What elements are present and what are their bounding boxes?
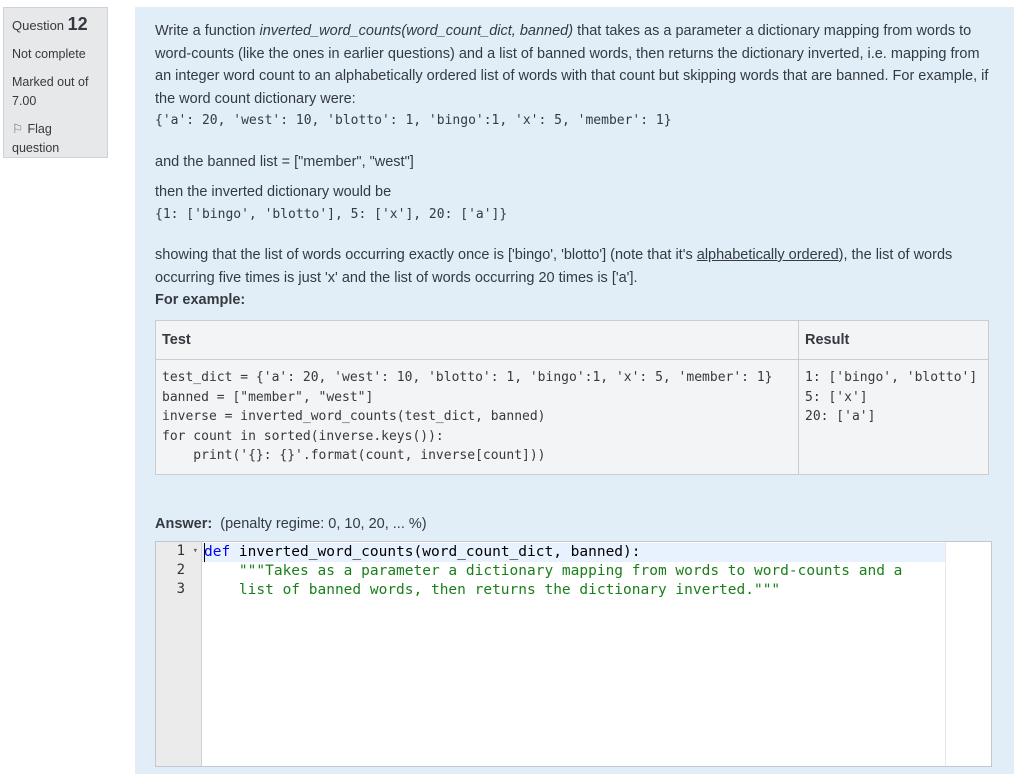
question-number: Question 12 — [12, 14, 88, 34]
code-lines[interactable]: def inverted_word_counts(word_count_dict… — [204, 543, 902, 600]
line-number: 1 ▾ — [176, 542, 198, 561]
result-cell: 1: ['bingo', 'blotto'] 5: ['x'] 20: ['a'… — [798, 359, 989, 475]
line-number-gutter: 1 ▾ 2 3 — [156, 542, 202, 766]
result-header: Result — [798, 319, 989, 360]
print-margin — [945, 542, 946, 766]
answer-heading: Answer: (penalty regime: 0, 10, 20, ... … — [155, 515, 427, 532]
inverted-example: {1: ['bingo', 'blotto'], 5: ['x'], 20: [… — [155, 206, 508, 222]
table-row: test_dict = {'a': 20, 'west': 10, 'blott… — [155, 359, 989, 475]
test-header: Test — [155, 319, 799, 360]
dict-example: {'a': 20, 'west': 10, 'blotto': 1, 'bing… — [155, 113, 672, 128]
then-text: then the inverted dictionary would be — [155, 184, 392, 200]
test-code: test_dict = {'a': 20, 'west': 10, 'blott… — [162, 370, 773, 463]
fold-arrow-icon[interactable]: ▾ — [193, 542, 198, 561]
code-line[interactable]: """Takes as a parameter a dictionary map… — [204, 562, 902, 581]
question-intro: Write a function inverted_word_counts(wo… — [155, 23, 989, 107]
flag-question-link[interactable]: ⚐ Flag question — [12, 120, 99, 158]
code-editor[interactable]: 1 ▾ 2 3 def inverted_word_counts(word_cou… — [155, 541, 992, 767]
showing-text: showing that the list of words occurring… — [155, 247, 953, 286]
code-line[interactable]: def inverted_word_counts(word_count_dict… — [204, 543, 902, 562]
table-header-row: Test Result — [155, 319, 989, 360]
for-example-heading: For example: — [155, 292, 246, 308]
banned-text: and the banned list = ["member", "west"] — [155, 153, 414, 170]
line-number: 2 — [176, 562, 185, 578]
question-content: Write a function inverted_word_counts(wo… — [135, 7, 1014, 774]
line-number: 3 — [176, 581, 185, 597]
question-info-panel: Question 12 Not complete Marked out of 7… — [3, 7, 108, 158]
test-cell: test_dict = {'a': 20, 'west': 10, 'blott… — [155, 359, 799, 475]
result-output: 1: ['bingo', 'blotto'] 5: ['x'] 20: ['a'… — [805, 370, 978, 424]
question-state: Not complete — [12, 47, 86, 61]
code-line[interactable]: list of banned words, then returns the d… — [204, 581, 902, 600]
alphabetically-ordered-link[interactable]: alphabetically ordered — [697, 247, 839, 263]
text-cursor — [204, 543, 205, 562]
question-grade: Marked out of 7.00 — [12, 75, 89, 108]
flag-icon: ⚐ — [12, 122, 24, 136]
example-table: Test Result test_dict = {'a': 20, 'west'… — [155, 319, 989, 475]
